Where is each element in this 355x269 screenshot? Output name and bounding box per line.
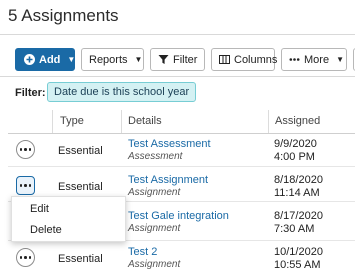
column-divider	[121, 110, 122, 134]
row-title-link[interactable]: Test Gale integration	[128, 210, 229, 222]
header-divider	[8, 133, 355, 134]
caret-down-icon: ▼	[67, 55, 76, 64]
row-category: Assessment	[128, 151, 183, 162]
more-button[interactable]: More ▼	[281, 48, 347, 71]
row-time: 10:55 AM	[274, 259, 321, 269]
column-header-details[interactable]: Details	[128, 115, 162, 127]
columns-button[interactable]: Columns	[211, 48, 278, 71]
filter-label: Filter:	[15, 87, 46, 99]
row-time: 11:14 AM	[274, 187, 320, 199]
row-context-menu: Edit Delete	[11, 196, 126, 242]
row-actions-button-active[interactable]	[16, 176, 35, 195]
row-type: Essential	[58, 145, 103, 157]
columns-icon	[219, 53, 230, 66]
page-title: 5 Assignments	[8, 6, 119, 25]
columns-button-label: Columns	[234, 53, 278, 66]
menu-item-edit[interactable]: Edit	[30, 203, 49, 215]
row-category: Assignment	[128, 259, 181, 269]
ellipsis-icon	[289, 53, 300, 66]
add-button[interactable]: Add ▼	[15, 48, 75, 71]
row-title-link[interactable]: Test 2	[128, 246, 157, 258]
add-button-label: Add	[39, 53, 61, 66]
row-category: Assignment	[128, 187, 181, 198]
title-divider	[0, 34, 355, 35]
row-title-link[interactable]: Test Assignment	[128, 174, 208, 186]
row-category: Assignment	[128, 223, 181, 234]
row-date: 8/18/2020	[274, 174, 323, 186]
row-time: 4:00 PM	[274, 151, 315, 163]
row-date: 8/17/2020	[274, 210, 323, 222]
row-time: 7:30 AM	[274, 223, 315, 235]
filter-button-label: Filter	[173, 53, 198, 66]
funnel-icon	[158, 53, 169, 66]
row-divider	[8, 166, 355, 167]
row-actions-button[interactable]	[16, 140, 35, 159]
column-header-assigned[interactable]: Assigned	[275, 115, 320, 127]
filter-chip[interactable]: Date due is this school year	[47, 82, 197, 102]
column-divider	[52, 110, 53, 134]
row-date: 10/1/2020	[274, 246, 323, 258]
plus-circle-icon	[24, 53, 35, 66]
toolbar-divider	[0, 76, 355, 77]
row-type: Essential	[58, 253, 103, 265]
row-date: 9/9/2020	[274, 138, 317, 150]
menu-item-delete[interactable]: Delete	[30, 224, 62, 236]
column-header-type[interactable]: Type	[60, 115, 84, 127]
caret-down-icon: ▼	[336, 55, 344, 64]
caret-down-icon: ▼	[134, 55, 143, 64]
filter-button[interactable]: Filter	[150, 48, 205, 71]
column-divider	[268, 110, 269, 134]
toolbar: Add ▼ Reports ▼ Filter Columns More ▼	[15, 48, 355, 71]
reports-button[interactable]: Reports ▼	[81, 48, 144, 71]
more-button-label: More	[304, 53, 330, 66]
row-title-link[interactable]: Test Assessment	[128, 138, 211, 150]
row-type: Essential	[58, 181, 103, 193]
reports-button-label: Reports	[89, 53, 128, 66]
row-actions-button[interactable]	[16, 248, 35, 267]
